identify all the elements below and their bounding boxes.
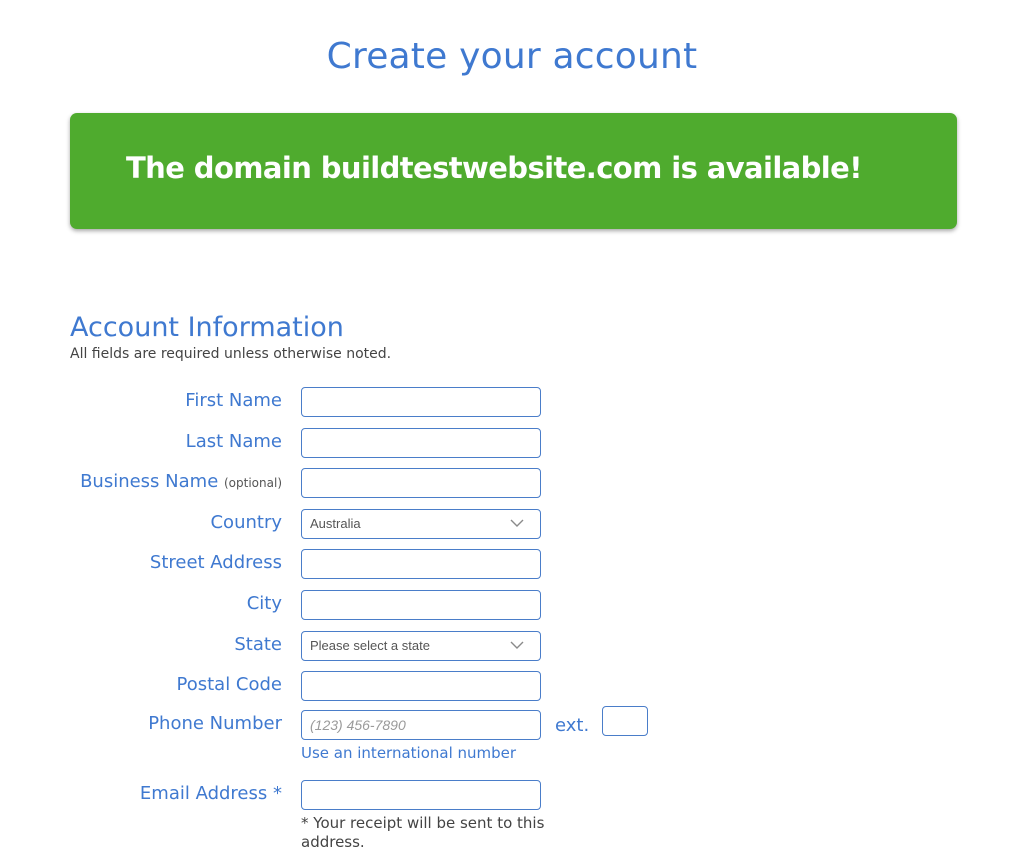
country-label: Country (210, 512, 282, 533)
country-select[interactable]: Australia (301, 509, 541, 539)
street-address-label: Street Address (149, 552, 282, 573)
banner-message: The domain buildtestwebsite.com is avail… (126, 151, 862, 185)
state-label: State (234, 634, 282, 655)
business-name-input[interactable] (301, 468, 541, 498)
state-selected-value: Please select a state (310, 638, 430, 653)
email-row: Email Address * (0, 780, 1024, 812)
email-receipt-note: * Your receipt will be sent to this addr… (301, 814, 545, 851)
business-name-label-text: Business Name (80, 471, 219, 492)
last-name-row: Last Name (0, 428, 1024, 460)
email-label: Email Address * (139, 783, 282, 804)
postal-code-row: Postal Code (0, 671, 1024, 703)
postal-code-input[interactable] (301, 671, 541, 701)
street-address-row: Street Address (0, 549, 1024, 581)
business-name-label: Business Name (optional) (80, 471, 282, 492)
state-row: State Please select a state (0, 631, 1024, 663)
city-label: City (246, 593, 282, 614)
section-title: Account Information (70, 312, 344, 344)
required-fields-note: All fields are required unless otherwise… (70, 346, 392, 362)
country-row: Country Australia (0, 509, 1024, 541)
phone-label: Phone Number (148, 713, 282, 734)
city-input[interactable] (301, 590, 541, 620)
chevron-down-icon (510, 519, 524, 527)
last-name-label: Last Name (185, 431, 282, 452)
phone-row: Phone Number ext. (0, 706, 1024, 742)
postal-code-label: Postal Code (176, 674, 283, 695)
business-name-row: Business Name (optional) (0, 468, 1024, 500)
first-name-row: First Name (0, 387, 1024, 419)
last-name-input[interactable] (301, 428, 541, 458)
street-address-input[interactable] (301, 549, 541, 579)
page-title: Create your account (326, 36, 698, 78)
email-input[interactable] (301, 780, 541, 810)
optional-tag: (optional) (224, 476, 282, 490)
city-row: City (0, 590, 1024, 622)
ext-label: ext. (555, 715, 590, 736)
first-name-input[interactable] (301, 387, 541, 417)
domain-available-banner: The domain buildtestwebsite.com is avail… (70, 113, 957, 229)
first-name-label: First Name (185, 390, 282, 411)
chevron-down-icon (510, 641, 524, 649)
phone-ext-input[interactable] (602, 706, 648, 736)
country-selected-value: Australia (310, 516, 361, 531)
international-number-link[interactable]: Use an international number (301, 744, 516, 762)
state-select[interactable]: Please select a state (301, 631, 541, 661)
phone-input[interactable] (301, 710, 541, 740)
